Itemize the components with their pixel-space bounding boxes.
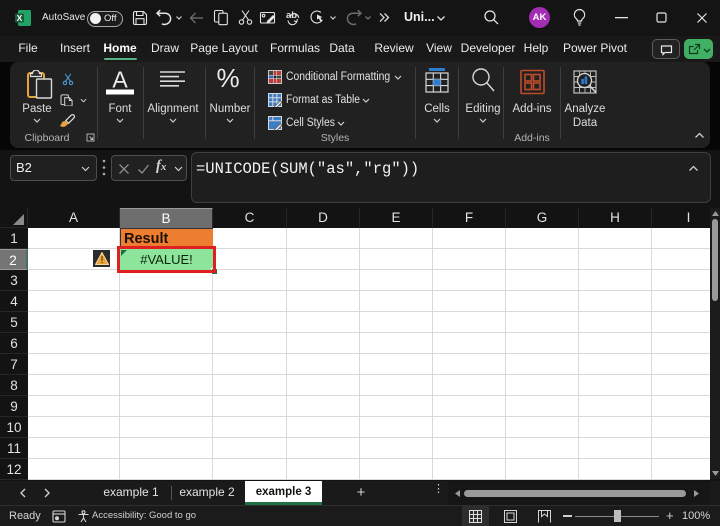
svg-text:A: A <box>112 68 128 93</box>
svg-text:X: X <box>17 13 23 23</box>
svg-text:ab: ab <box>286 10 297 21</box>
